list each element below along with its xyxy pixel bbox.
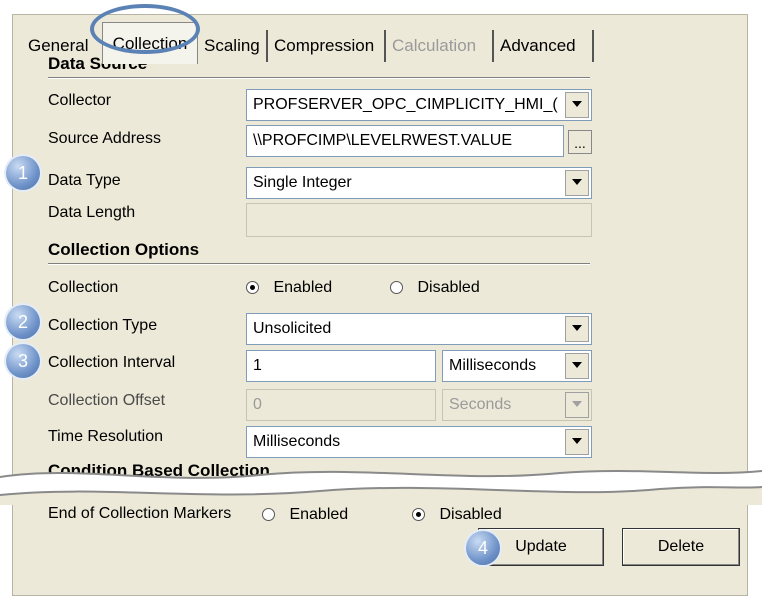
data-type-select[interactable]: Single Integer: [246, 167, 592, 199]
chevron-down-icon: [572, 438, 582, 444]
tab-strip: General Collection Scaling Compression C…: [12, 14, 748, 64]
collection-type-dropdown-button[interactable]: [565, 316, 589, 342]
data-type-value: Single Integer: [253, 174, 352, 191]
chevron-down-icon: [572, 362, 582, 368]
tab-calculation: Calculation: [386, 30, 494, 62]
collection-interval-unit-select[interactable]: Milliseconds: [442, 350, 592, 382]
end-markers-enabled-radio[interactable]: Enabled: [262, 506, 348, 524]
browse-button[interactable]: ...: [568, 130, 592, 154]
collection-offset-unit-value: Seconds: [449, 396, 512, 413]
tab-collection[interactable]: Collection: [102, 22, 198, 64]
data-source-divider: [48, 77, 590, 79]
tab-compression[interactable]: Compression: [268, 30, 386, 62]
collection-type-value: Unsolicited: [253, 320, 332, 337]
time-resolution-dropdown-button[interactable]: [565, 429, 589, 455]
collection-interval-label: Collection Interval: [48, 354, 176, 371]
callout-badge-3: 3: [6, 344, 40, 378]
data-length-label: Data Length: [48, 204, 136, 221]
collector-value: PROFSERVER_OPC_CIMPLICITY_HMI_(: [253, 96, 558, 113]
data-type-dropdown-button[interactable]: [565, 170, 589, 196]
radio-unselected-icon: [262, 508, 275, 522]
collection-disabled-radio[interactable]: Disabled: [390, 279, 480, 297]
time-resolution-value: Milliseconds: [253, 433, 341, 450]
collection-type-label: Collection Type: [48, 317, 158, 334]
source-address-label: Source Address: [48, 130, 161, 147]
collection-label: Collection: [48, 279, 119, 296]
collector-select[interactable]: PROFSERVER_OPC_CIMPLICITY_HMI_(: [246, 89, 592, 121]
collection-offset-label: Collection Offset: [48, 392, 166, 409]
time-resolution-select[interactable]: Milliseconds: [246, 426, 592, 458]
callout-badge-4: 4: [466, 531, 500, 565]
callout-badge-1: 1: [6, 156, 40, 190]
end-markers-label: End of Collection Markers: [48, 505, 232, 522]
callout-badge-2: 2: [6, 305, 40, 339]
collection-interval-input[interactable]: 1: [246, 350, 436, 382]
torn-edge-divider: [0, 470, 762, 505]
collection-offset-unit-select: Seconds: [442, 389, 592, 421]
collector-label: Collector: [48, 92, 112, 109]
source-address-input[interactable]: \\PROFCIMP\LEVELRWEST.VALUE: [246, 125, 564, 157]
delete-button[interactable]: Delete: [622, 528, 740, 566]
data-length-input: [246, 203, 592, 237]
collection-enabled-radio[interactable]: Enabled: [246, 279, 332, 297]
collection-options-divider: [48, 263, 590, 265]
collection-options-header: Collection Options: [48, 240, 200, 259]
chevron-down-icon: [572, 325, 582, 331]
collection-offset-unit-dropdown-button: [565, 392, 589, 418]
end-markers-disabled-radio[interactable]: Disabled: [412, 506, 502, 524]
collection-offset-input: 0: [246, 389, 436, 421]
tab-scaling[interactable]: Scaling: [198, 30, 268, 62]
collection-interval-unit-dropdown-button[interactable]: [565, 353, 589, 379]
radio-selected-icon: [246, 281, 259, 295]
chevron-down-icon: [572, 401, 582, 407]
collection-type-select[interactable]: Unsolicited: [246, 313, 592, 345]
collector-dropdown-button[interactable]: [565, 92, 589, 118]
tab-advanced[interactable]: Advanced: [494, 30, 594, 62]
chevron-down-icon: [572, 101, 582, 107]
chevron-down-icon: [572, 179, 582, 185]
time-resolution-label: Time Resolution: [48, 428, 164, 445]
radio-selected-icon: [412, 508, 425, 522]
data-type-label: Data Type: [48, 172, 121, 189]
collection-interval-unit-value: Milliseconds: [449, 357, 537, 374]
radio-unselected-icon: [390, 281, 403, 295]
